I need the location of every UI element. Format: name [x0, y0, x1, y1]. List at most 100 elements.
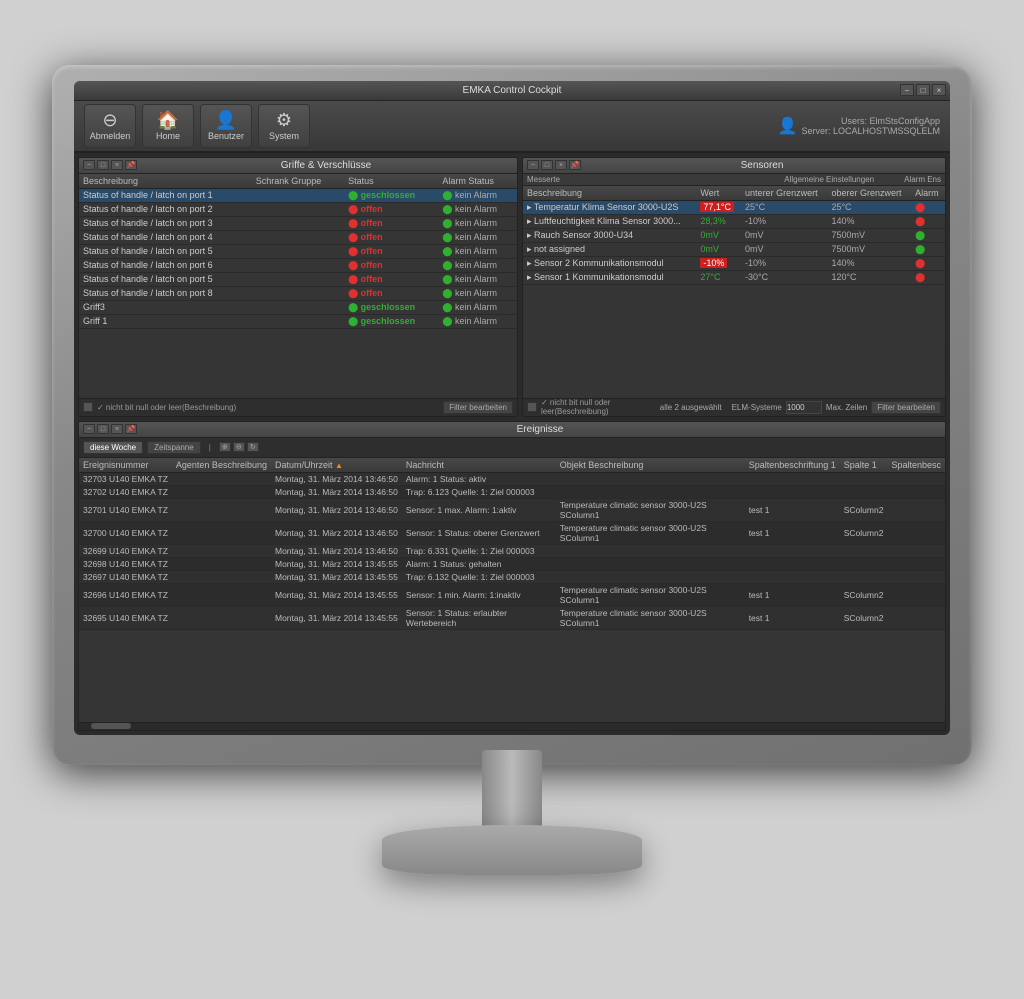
e-row-objekt: Temperature climatic sensor 3000-U2S SCo…: [556, 583, 745, 606]
s-col-unterer: unterer Grenzwert: [741, 186, 827, 201]
user-avatar-icon: 👤: [778, 116, 798, 136]
system-button[interactable]: ⚙ System: [258, 104, 310, 148]
ereignisse-close-btn[interactable]: ×: [111, 424, 123, 434]
griffe-row-beschreibung: Status of handle / latch on port 6: [79, 258, 252, 272]
griffe-row-status: ⬤ geschlossen: [344, 188, 438, 202]
s-row-beschreibung: ▸ not assigned: [523, 242, 696, 256]
e-row-agent: [172, 472, 271, 485]
ereignisse-pin-btn[interactable]: 📌: [125, 424, 137, 434]
zeitspanne-btn[interactable]: Zeitspanne: [147, 441, 201, 454]
benutzer-button[interactable]: 👤 Benutzer: [200, 104, 252, 148]
e-row-nachricht: Sensor: 1 min. Alarm: 1:inaktiv: [402, 583, 556, 606]
e-row-spb: [887, 472, 945, 485]
sensoren-elm-label: ELM-Systeme: [732, 403, 782, 412]
griffe-filter-btn[interactable]: Filter bearbeiten: [443, 401, 513, 414]
griffe-row-beschreibung: Griff3: [79, 300, 252, 314]
sensoren-filter-checkbox[interactable]: [527, 402, 537, 412]
griffe-row-status: ⬤ offen: [344, 258, 438, 272]
griffe-row-schrank: [252, 244, 344, 258]
ereignisse-max-btn[interactable]: □: [97, 424, 109, 434]
griffe-row-beschreibung: Status of handle / latch on port 3: [79, 216, 252, 230]
minimize-btn[interactable]: −: [900, 84, 914, 96]
griffe-row-alarm: ⬤ kein Alarm: [438, 258, 517, 272]
evt-btn1[interactable]: ⊕: [219, 442, 231, 452]
e-row-s1: [840, 472, 888, 485]
e-row-datum: Montag, 31. März 2014 13:46:50: [271, 485, 402, 498]
evt-btn2[interactable]: ⊖: [233, 442, 245, 452]
s-row-oberer: 140%: [827, 256, 911, 270]
e-row-agent: [172, 485, 271, 498]
home-label: Home: [156, 131, 180, 141]
monitor-stand-neck: [482, 750, 542, 830]
e-row-nachricht: Sensor: 1 max. Alarm: 1:aktiv: [402, 498, 556, 521]
e-row-datum: Montag, 31. März 2014 13:45:55: [271, 583, 402, 606]
griffe-content: Beschreibung Schrank Gruppe Status Alarm…: [79, 174, 517, 398]
e-row-sp1: test 1: [745, 521, 840, 544]
sensoren-pin-btn[interactable]: 📌: [569, 160, 581, 170]
ereignisse-min-btn[interactable]: −: [83, 424, 95, 434]
griffe-row-schrank: [252, 286, 344, 300]
sensoren-min-btn[interactable]: −: [527, 160, 539, 170]
e-row-nachricht: Sensor: 1 Status: oberer Grenzwert: [402, 521, 556, 544]
e-row-nr: 32696 U140 EMKA TZ: [79, 583, 172, 606]
griffe-row-alarm: ⬤ kein Alarm: [438, 272, 517, 286]
griffe-pin-btn[interactable]: 📌: [125, 160, 137, 170]
col-beschreibung: Beschreibung: [79, 174, 252, 189]
e-row-agent: [172, 544, 271, 557]
ereignisse-scrollbar[interactable]: [79, 722, 945, 730]
e-col-s1: Spalte 1: [840, 458, 888, 473]
maximize-btn[interactable]: □: [916, 84, 930, 96]
e-row-spb: [887, 544, 945, 557]
sensoren-table-scroll[interactable]: Beschreibung Wert unterer Grenzwert ober…: [523, 186, 945, 398]
s-row-wert: 77,1°C: [696, 200, 741, 214]
ereignisse-table-scroll[interactable]: Ereignisnummer Agenten Beschreibung Datu…: [79, 458, 945, 722]
sensoren-allgemein-label: Allgemeine Einstellungen: [784, 175, 874, 184]
abmelden-button[interactable]: ⊖ Abmelden: [84, 104, 136, 148]
sensoren-close-btn[interactable]: ×: [555, 160, 567, 170]
e-row-sp1: [745, 570, 840, 583]
griffe-row-beschreibung: Status of handle / latch on port 5: [79, 244, 252, 258]
griffe-close-btn[interactable]: ×: [111, 160, 123, 170]
griffe-table-scroll[interactable]: Beschreibung Schrank Gruppe Status Alarm…: [79, 174, 517, 398]
griffe-row-schrank: [252, 216, 344, 230]
e-row-spb: [887, 557, 945, 570]
server-name: Server: LOCALHOST\MSSQLELM: [801, 126, 940, 136]
user-info: 👤 Users: ElmStsConfigApp Server: LOCALHO…: [778, 116, 940, 136]
e-row-agent: [172, 498, 271, 521]
e-row-s1: SColumn2: [840, 521, 888, 544]
griffe-max-btn[interactable]: □: [97, 160, 109, 170]
events-mini-btns: ⊕ ⊖ ↻: [219, 442, 259, 452]
griffe-row-alarm: ⬤ kein Alarm: [438, 286, 517, 300]
e-row-agent: [172, 570, 271, 583]
s-row-unterer: 0mV: [741, 228, 827, 242]
e-row-nachricht: Trap: 6.132 Quelle: 1: Ziel 000003: [402, 570, 556, 583]
griffe-row-beschreibung: Status of handle / latch on port 2: [79, 202, 252, 216]
griffe-min-btn[interactable]: −: [83, 160, 95, 170]
diese-woche-btn[interactable]: diese Woche: [83, 441, 143, 454]
e-row-datum: Montag, 31. März 2014 13:46:50: [271, 544, 402, 557]
sensoren-content: Beschreibung Wert unterer Grenzwert ober…: [523, 186, 945, 398]
e-row-sp1: [745, 544, 840, 557]
sensoren-filter-btn[interactable]: Filter bearbeiten: [871, 401, 941, 414]
griffe-row-beschreibung: Status of handle / latch on port 5: [79, 272, 252, 286]
s-row-beschreibung: ▸ Sensor 2 Kommunikationsmodul: [523, 256, 696, 270]
evt-btn3[interactable]: ↻: [247, 442, 259, 452]
s-row-unterer: -30°C: [741, 270, 827, 284]
sensoren-max-btn[interactable]: □: [541, 160, 553, 170]
s-row-unterer: 0mV: [741, 242, 827, 256]
home-button[interactable]: 🏠 Home: [142, 104, 194, 148]
griffe-filter-checkbox[interactable]: [83, 402, 93, 412]
sensoren-summary: alle 2 ausgewählt: [660, 403, 722, 412]
e-row-s1: SColumn2: [840, 583, 888, 606]
sensoren-elm-input[interactable]: [786, 401, 822, 414]
close-btn[interactable]: ×: [932, 84, 946, 96]
s-row-beschreibung: ▸ Luftfeuchtigkeit Klima Sensor 3000...: [523, 214, 696, 228]
window-controls: − □ ×: [900, 84, 946, 96]
griffe-row-status: ⬤ offen: [344, 244, 438, 258]
griffe-filter-text: ✓ nicht bit null oder leer(Beschreibung): [97, 403, 439, 412]
e-row-sp1: [745, 557, 840, 570]
main-content: − □ × 📌 Griffe & Verschlüsse: [74, 153, 950, 735]
s-row-alarm: ⬤: [911, 270, 945, 284]
s-row-unterer: -10%: [741, 214, 827, 228]
griffe-row-beschreibung: Griff 1: [79, 314, 252, 328]
